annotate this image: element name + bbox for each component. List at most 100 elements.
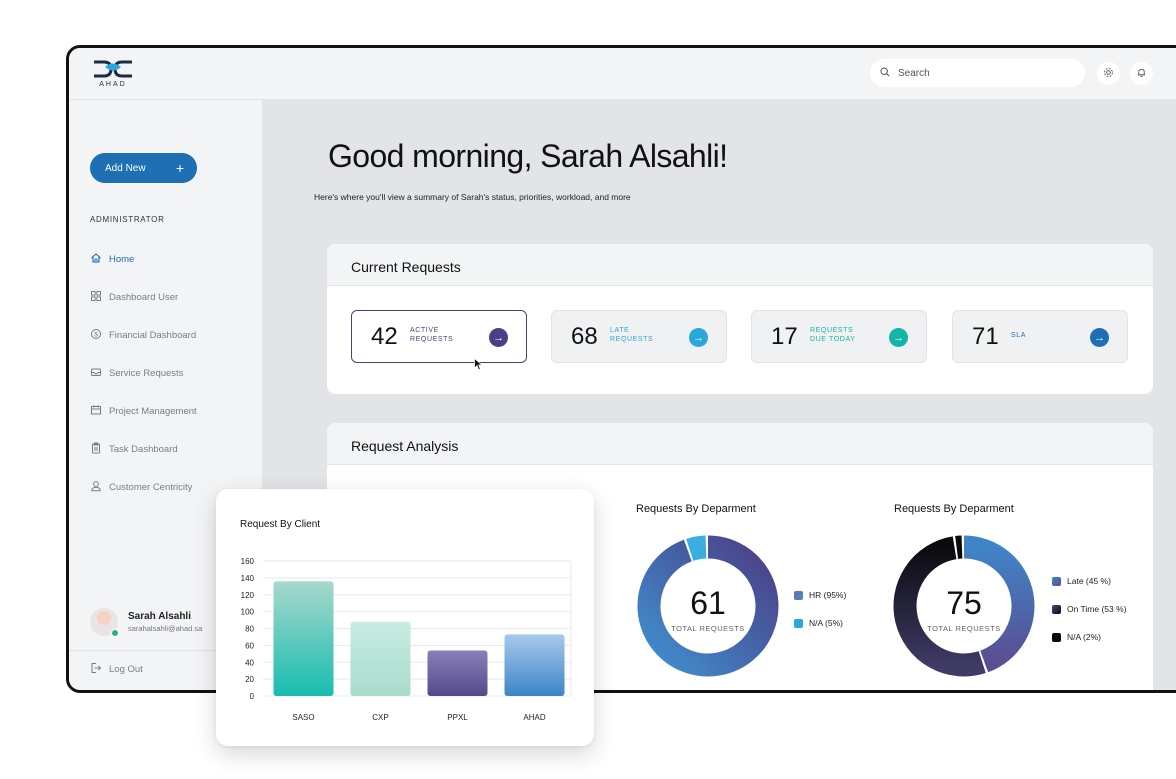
legend-item: N/A (5%) — [794, 618, 843, 628]
y-tick-label: 40 — [245, 658, 254, 667]
stat-label: REQUESTS DUE TODAY — [810, 327, 856, 343]
svg-text:$: $ — [94, 331, 98, 338]
y-tick-label: 140 — [241, 574, 255, 583]
stat-value: 68 — [571, 323, 598, 350]
sidebar-item-label: Dashboard User — [109, 291, 179, 303]
stat-cards-row: 42 ACTIVE REQUESTS → 68 LATE REQUESTS → … — [327, 286, 1153, 394]
legend-item: HR (95%) — [794, 590, 846, 600]
logout-icon — [90, 662, 102, 677]
y-tick-label: 60 — [245, 641, 254, 650]
bell-icon — [1136, 65, 1147, 83]
add-new-button[interactable]: Add New + — [90, 153, 197, 183]
settings-button[interactable] — [1097, 62, 1120, 85]
sidebar-item-label: Task Dashboard — [109, 443, 178, 455]
stat-value: 42 — [371, 323, 398, 350]
sidebar-item-label: Service Requests — [109, 367, 184, 379]
legend-swatch — [1052, 632, 1061, 642]
gear-icon — [1103, 65, 1114, 83]
sidebar-item-service-requests[interactable]: Service Requests — [90, 364, 183, 382]
legend-swatch — [794, 590, 803, 600]
user-name: Sarah Alsahli — [128, 611, 191, 622]
y-tick-label: 100 — [241, 608, 255, 617]
search-box[interactable] — [870, 59, 1085, 87]
logout-label: Log Out — [109, 664, 143, 675]
donut-title: Requests By Deparment — [636, 503, 756, 515]
legend-swatch — [1052, 604, 1061, 614]
sidebar-item-project-management[interactable]: Project Management — [90, 402, 197, 420]
page-title: Good morning, Sarah Alsahli! — [328, 138, 728, 174]
legend-swatch — [1052, 576, 1061, 586]
status-donut-chart: 75 TOTAL REQUESTS — [893, 535, 1035, 677]
x-tick-label: PPXL — [447, 713, 468, 722]
arrow-right-icon[interactable]: → — [689, 328, 708, 347]
stat-label: SLA — [1011, 332, 1027, 339]
legend-item: N/A (2%) — [1052, 632, 1101, 642]
y-tick-label: 160 — [241, 557, 255, 566]
online-status-dot — [111, 629, 119, 637]
donut-total: 61 — [690, 585, 726, 621]
stat-label: ACTIVE REQUESTS — [410, 327, 454, 343]
sidebar-item-task-dashboard[interactable]: Task Dashboard — [90, 440, 178, 458]
sidebar-item-label: Home — [109, 253, 135, 265]
arrow-right-icon[interactable]: → — [889, 328, 908, 347]
logout-button[interactable]: Log Out — [90, 662, 143, 677]
clipboard-icon — [90, 442, 102, 457]
svg-text:AHAD: AHAD — [99, 81, 126, 88]
x-tick-label: SASO — [292, 713, 314, 722]
grid-icon — [90, 290, 102, 305]
sidebar-item-home[interactable]: Home — [90, 250, 134, 268]
y-tick-label: 0 — [250, 692, 255, 701]
home-icon — [90, 252, 102, 267]
search-icon — [880, 64, 890, 82]
panel-title: Current Requests — [327, 244, 1153, 286]
add-new-label: Add New — [105, 162, 146, 174]
ahad-logo[interactable]: AHAD — [91, 58, 135, 88]
donut-segment[interactable] — [686, 535, 707, 561]
mouse-cursor-icon — [474, 357, 483, 376]
donut-total-label: TOTAL REQUESTS — [671, 624, 745, 633]
sidebar-item-financial-dashboard[interactable]: $ Financial Dashboard — [90, 326, 196, 344]
department-donut-chart: 61 TOTAL REQUESTS — [637, 535, 779, 677]
stat-card-due-today[interactable]: 17 REQUESTS DUE TODAY → — [751, 310, 927, 363]
x-tick-label: CXP — [372, 713, 388, 722]
legend-item: On Time (53 %) — [1052, 604, 1127, 614]
search-input[interactable] — [898, 67, 1068, 79]
stat-value: 71 — [972, 323, 999, 350]
bar[interactable] — [350, 621, 411, 696]
request-by-client-chart: 0 20 40 60 80 100 120 140 160 SASO CXP PPXL AHAD — [241, 557, 572, 722]
y-tick-label: 20 — [245, 675, 254, 684]
current-requests-panel: Current Requests 42 ACTIVE REQUESTS → 68… — [327, 244, 1153, 394]
role-label: ADMINISTRATOR — [90, 215, 165, 224]
notifications-button[interactable] — [1130, 62, 1153, 85]
panel-title: Request Analysis — [327, 423, 1153, 465]
plus-icon: + — [175, 160, 184, 176]
bar[interactable] — [504, 634, 565, 696]
sidebar-item-customer-centricity[interactable]: Customer Centricity — [90, 478, 192, 496]
stat-card-active-requests[interactable]: 42 ACTIVE REQUESTS → — [351, 310, 527, 363]
arrow-right-icon[interactable]: → — [1090, 328, 1109, 347]
x-tick-label: AHAD — [523, 713, 545, 722]
stat-card-sla[interactable]: 71 SLA → — [952, 310, 1128, 363]
bar[interactable] — [273, 581, 334, 696]
arrow-right-icon[interactable]: → — [489, 328, 508, 347]
legend-swatch — [794, 618, 803, 628]
legend-item: Late (45 %) — [1052, 576, 1111, 586]
donut-total: 75 — [946, 585, 982, 621]
user-profile[interactable]: Sarah Alsahli sarahalsahli@ahad.sa — [90, 608, 203, 637]
page-subtitle: Here's where you'll view a summary of Sa… — [314, 192, 631, 202]
user-email: sarahalsahli@ahad.sa — [128, 624, 203, 633]
sidebar-item-dashboard-user[interactable]: Dashboard User — [90, 288, 178, 306]
sidebar-item-label: Project Management — [109, 405, 197, 417]
y-tick-label: 80 — [245, 625, 254, 634]
person-icon — [90, 480, 102, 495]
sidebar-item-label: Customer Centricity — [109, 481, 193, 493]
donut-total-label: TOTAL REQUESTS — [927, 624, 1001, 633]
inbox-icon — [90, 366, 102, 381]
calendar-icon — [90, 404, 102, 419]
request-by-client-card: Request By Client 0 20 40 60 80 100 120 140 160 S… — [216, 489, 594, 746]
y-tick-label: 120 — [241, 591, 255, 600]
avatar — [90, 608, 119, 637]
stat-card-late-requests[interactable]: 68 LATE REQUESTS → — [551, 310, 727, 363]
stat-value: 17 — [771, 323, 798, 350]
bar[interactable] — [427, 650, 488, 696]
